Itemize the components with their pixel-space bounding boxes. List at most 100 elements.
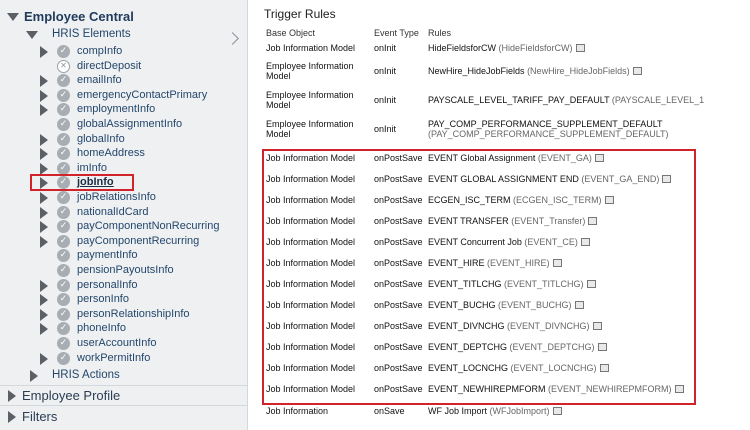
- expand-arrow-icon[interactable]: [40, 294, 48, 306]
- tree-item-homeaddress[interactable]: ✓ homeAddress: [0, 146, 247, 161]
- rule-link[interactable]: HideFieldsforCW (HideFieldsforCW): [428, 43, 585, 53]
- tree-item-jobrelationsinfo[interactable]: ✓ jobRelationsInfo: [0, 190, 247, 205]
- tree-item-phoneinfo[interactable]: ✓ phoneInfo: [0, 321, 247, 336]
- tree-label-employee-central[interactable]: Employee Central: [24, 9, 134, 24]
- tree-item-label[interactable]: emergencyContactPrimary: [77, 88, 207, 103]
- rule-id: (NewHire_HideJobFields): [527, 66, 630, 76]
- tree-item-emergencycontactprimary[interactable]: ✓ emergencyContactPrimary: [0, 88, 247, 103]
- tree-item-useraccountinfo[interactable]: ✓ userAccountInfo: [0, 336, 247, 351]
- jobinfo-highlight-box: [30, 174, 134, 191]
- tree-item-label[interactable]: paymentInfo: [77, 248, 138, 263]
- expand-arrow-icon[interactable]: [40, 104, 48, 116]
- rule-details-icon[interactable]: [632, 66, 642, 75]
- tree-item-employmentinfo[interactable]: ✓ employmentInfo: [0, 102, 247, 117]
- event-type-cell: onInit: [374, 124, 397, 134]
- tree-node-employee-central[interactable]: Employee Central: [0, 9, 247, 24]
- rule-name[interactable]: HideFieldsforCW: [428, 43, 496, 53]
- tree-item-label[interactable]: compInfo: [77, 44, 122, 59]
- tree-item-globalassignmentinfo[interactable]: ✓ globalAssignmentInfo: [0, 117, 247, 132]
- tree-label-employee-profile[interactable]: Employee Profile: [22, 388, 120, 403]
- expand-arrow-icon[interactable]: [40, 192, 48, 204]
- expand-arrow-icon[interactable]: [40, 309, 48, 321]
- tree-label-filters[interactable]: Filters: [22, 409, 57, 424]
- tree-label-hris-actions[interactable]: HRIS Actions: [52, 368, 120, 383]
- rule-link[interactable]: NewHire_HideJobFields (NewHire_HideJobFi…: [428, 66, 642, 76]
- expand-arrow-icon[interactable]: [40, 46, 48, 58]
- tree-item-label[interactable]: emailInfo: [77, 73, 122, 88]
- tree-item-personalinfo[interactable]: ✓ personalInfo: [0, 278, 247, 293]
- rule-id: (WFJobImport): [489, 406, 550, 416]
- rule-name[interactable]: PAY_COMP_PERFORMANCE_SUPPLEMENT_DEFAULT: [428, 119, 663, 129]
- expand-arrow-icon[interactable]: [40, 90, 48, 102]
- tree-item-label[interactable]: phoneInfo: [77, 321, 126, 336]
- tree-item-workpermitinfo[interactable]: ✓ workPermitInfo: [0, 351, 247, 366]
- tree-item-label[interactable]: nationalIdCard: [77, 205, 149, 220]
- tree-item-label[interactable]: userAccountInfo: [77, 336, 157, 351]
- divider: [0, 405, 247, 406]
- column-header-event-type: Event Type: [374, 28, 419, 38]
- expand-arrow-icon[interactable]: [7, 13, 19, 21]
- tree-node-hris-elements[interactable]: HRIS Elements: [0, 27, 247, 42]
- rule-link[interactable]: WF Job Import (WFJobImport): [428, 406, 562, 416]
- expand-arrow-icon[interactable]: [40, 148, 48, 160]
- tree-item-label[interactable]: jobRelationsInfo: [77, 190, 156, 205]
- tree-item-label[interactable]: personRelationshipInfo: [77, 307, 190, 322]
- tree-item-personrelationshipinfo[interactable]: ✓ personRelationshipInfo: [0, 307, 247, 322]
- expand-arrow-icon[interactable]: [30, 370, 38, 382]
- tree-node-filters[interactable]: Filters: [0, 409, 247, 424]
- tree-item-label[interactable]: payComponentRecurring: [77, 234, 199, 249]
- rule-name[interactable]: NewHire_HideJobFields: [428, 66, 525, 76]
- onpostsave-highlight-box: [262, 149, 696, 405]
- rule-link[interactable]: PAY_COMP_PERFORMANCE_SUPPLEMENT_DEFAULT(…: [428, 119, 669, 139]
- tree-item-globalinfo[interactable]: ✓ globalInfo: [0, 132, 247, 147]
- tree-item-directdeposit[interactable]: ✕ directDeposit: [0, 59, 247, 74]
- checkmark-status-icon: ✓: [57, 133, 70, 146]
- tree-item-personinfo[interactable]: ✓ personInfo: [0, 292, 247, 307]
- expand-arrow-icon[interactable]: [26, 31, 38, 39]
- tree-item-label[interactable]: homeAddress: [77, 146, 145, 161]
- tree-item-paycomponentnonrecurring[interactable]: ✓ payComponentNonRecurring: [0, 219, 247, 234]
- checkmark-status-icon: ✓: [57, 103, 70, 116]
- tree-item-label[interactable]: pensionPayoutsInfo: [77, 263, 174, 278]
- rule-details-icon[interactable]: [575, 43, 585, 52]
- tree-item-label[interactable]: employmentInfo: [77, 102, 155, 117]
- expand-arrow-icon[interactable]: [40, 221, 48, 233]
- expand-arrow-icon[interactable]: [40, 75, 48, 87]
- rule-id: (PAYSCALE_LEVEL_1: [611, 95, 705, 105]
- divider: [0, 385, 247, 386]
- rule-name[interactable]: PAYSCALE_LEVEL_TARIFF_PAY_DEFAULT: [428, 95, 609, 105]
- event-type-cell: onSave: [374, 406, 405, 416]
- tree-item-label[interactable]: personInfo: [77, 292, 129, 307]
- checkmark-status-icon: ✓: [57, 235, 70, 248]
- excluded-status-icon: ✕: [57, 60, 70, 73]
- tree-node-employee-profile[interactable]: Employee Profile: [0, 388, 247, 403]
- tree-item-paymentinfo[interactable]: ✓ paymentInfo: [0, 248, 247, 263]
- tree-item-label[interactable]: globalAssignmentInfo: [77, 117, 182, 132]
- tree-item-label[interactable]: personalInfo: [77, 278, 138, 293]
- expand-arrow-icon[interactable]: [8, 390, 16, 402]
- expand-arrow-icon[interactable]: [40, 323, 48, 335]
- expand-arrow-icon[interactable]: [40, 207, 48, 219]
- tree-item-label[interactable]: directDeposit: [77, 59, 141, 74]
- expand-arrow-icon[interactable]: [40, 353, 48, 365]
- rule-id: (PAY_COMP_PERFORMANCE_SUPPLEMENT_DEFAULT…: [428, 129, 669, 139]
- tree-item-paycomponentrecurring[interactable]: ✓ payComponentRecurring: [0, 234, 247, 249]
- tree-item-label[interactable]: globalInfo: [77, 132, 125, 147]
- expand-arrow-icon[interactable]: [40, 280, 48, 292]
- expand-arrow-icon[interactable]: [40, 134, 48, 146]
- tree-label-hris-elements[interactable]: HRIS Elements: [52, 27, 131, 42]
- rule-name[interactable]: WF Job Import: [428, 406, 487, 416]
- rule-link[interactable]: PAYSCALE_LEVEL_TARIFF_PAY_DEFAULT (PAYSC…: [428, 95, 704, 105]
- tree-item-emailinfo[interactable]: ✓ emailInfo: [0, 73, 247, 88]
- expand-arrow-icon[interactable]: [8, 411, 16, 423]
- expand-arrow-icon[interactable]: [40, 236, 48, 248]
- column-header-rules: Rules: [428, 28, 452, 38]
- tree-item-label[interactable]: workPermitInfo: [77, 351, 150, 366]
- rule-details-icon[interactable]: [552, 406, 562, 415]
- tree-item-label[interactable]: payComponentNonRecurring: [77, 219, 219, 234]
- tree-node-hris-actions[interactable]: HRIS Actions: [0, 368, 247, 383]
- panel-title: Trigger Rules: [264, 7, 336, 21]
- tree-item-compinfo[interactable]: ✓ compInfo: [0, 44, 247, 59]
- tree-item-nationalidcard[interactable]: ✓ nationalIdCard: [0, 205, 247, 220]
- tree-item-pensionpayoutsinfo[interactable]: ✓ pensionPayoutsInfo: [0, 263, 247, 278]
